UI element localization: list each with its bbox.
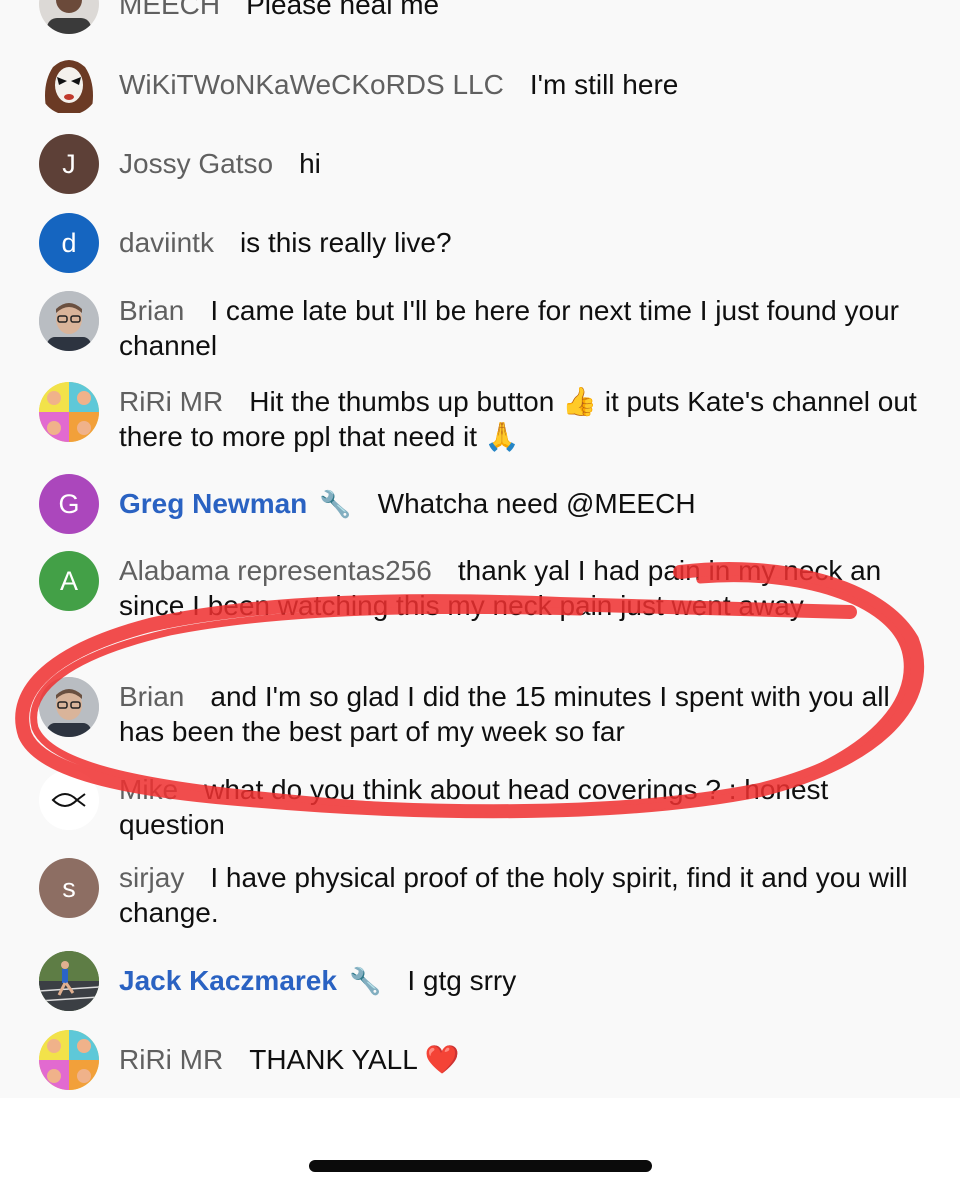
message-author[interactable]: Greg Newman <box>119 488 307 519</box>
message-author[interactable]: Jossy Gatso <box>119 148 273 179</box>
avatar[interactable]: d <box>39 213 99 273</box>
avatar[interactable]: G <box>39 474 99 534</box>
avatar[interactable] <box>39 291 99 351</box>
message-author[interactable]: Mike <box>119 774 178 805</box>
bottom-safe-area <box>0 1098 960 1192</box>
avatar[interactable] <box>39 55 99 115</box>
message-author[interactable]: RiRi MR <box>119 1044 223 1075</box>
pop-art-photo-icon <box>39 1030 99 1090</box>
message-author[interactable]: Brian <box>119 681 184 712</box>
avatar-letter: s <box>62 872 76 903</box>
message-author[interactable]: daviintk <box>119 227 214 258</box>
message-author[interactable]: RiRi MR <box>119 386 223 417</box>
avatar[interactable]: A <box>39 551 99 611</box>
message-text: I came late but I'll be here for next ti… <box>119 295 899 361</box>
message-text: Please heal me <box>246 0 440 20</box>
avatar[interactable] <box>39 677 99 737</box>
message-text: I'm still here <box>529 69 679 100</box>
message-text: and I'm so glad I did the 15 minutes I s… <box>119 681 890 747</box>
man-glasses-photo-icon <box>39 291 99 351</box>
message-text: Whatcha need @MEECH <box>377 488 696 519</box>
red-heart-emoji-icon: ❤️ <box>424 1044 460 1075</box>
praying-hands-emoji-icon: 🙏 <box>484 420 520 452</box>
man-glasses-photo-icon <box>39 677 99 737</box>
ichthys-fish-icon <box>39 770 99 830</box>
avatar[interactable] <box>39 382 99 442</box>
person-photo-icon <box>39 0 99 34</box>
avatar[interactable] <box>39 951 99 1011</box>
avatar-letter: d <box>61 227 77 258</box>
message-text: is this really live? <box>239 227 452 258</box>
wrench-icon: 🔧 <box>348 966 382 996</box>
message-text: hi <box>299 148 321 179</box>
avatar[interactable]: s <box>39 858 99 918</box>
message-text: THANK YALL <box>249 1044 417 1075</box>
message-author[interactable]: sirjay <box>119 862 184 893</box>
pop-art-photo-icon <box>39 382 99 442</box>
avatar[interactable] <box>39 1030 99 1090</box>
avatar[interactable] <box>39 770 99 830</box>
message-author[interactable]: Brian <box>119 295 184 326</box>
message-author[interactable]: Jack Kaczmarek <box>119 965 337 996</box>
painted-face-photo-icon <box>45 60 93 113</box>
home-indicator[interactable] <box>309 1160 652 1172</box>
runner-track-photo-icon <box>39 951 99 1011</box>
thumbs-up-emoji-icon: 👍 <box>562 386 597 417</box>
avatar[interactable] <box>39 0 99 34</box>
live-chat-list[interactable]: MEECH Please heal me WiKiTWoNKaWeCKoRDS L… <box>0 0 960 1098</box>
wrench-icon: 🔧 <box>319 489 352 519</box>
message-author[interactable]: MEECH <box>119 0 220 20</box>
avatar-letter: J <box>62 148 76 179</box>
message-text: what do you think about head coverings ?… <box>119 774 829 840</box>
message-text: I gtg srry <box>407 965 517 996</box>
avatar[interactable]: J <box>39 134 99 194</box>
message-author[interactable]: Alabama representas256 <box>119 555 432 586</box>
message-author[interactable]: WiKiTWoNKaWeCKoRDS LLC <box>119 69 504 100</box>
message-text: Hit the thumbs up button <box>249 386 555 417</box>
avatar-letter: G <box>58 488 80 519</box>
message-text: I have physical proof of the holy spirit… <box>119 862 908 928</box>
avatar-letter: A <box>59 565 78 596</box>
